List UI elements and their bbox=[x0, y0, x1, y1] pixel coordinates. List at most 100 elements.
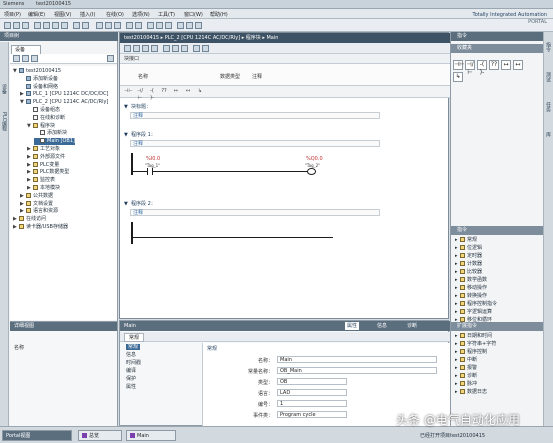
tree-node[interactable]: 在线和诊断 bbox=[27, 114, 65, 122]
tree-node[interactable]: ▶ 外部源文件 bbox=[27, 153, 65, 161]
tree-node[interactable]: Main [OB1] bbox=[34, 138, 75, 146]
network-2-header[interactable]: ▼ 程序段 2： bbox=[120, 199, 450, 209]
fav-close-branch[interactable]: ↤ bbox=[513, 60, 523, 70]
expand-arrow-icon[interactable]: ▶ bbox=[27, 154, 32, 161]
tree-node[interactable]: ▶ 在线访问 bbox=[13, 216, 46, 223]
instruction-folder[interactable]: ▸ 常规 bbox=[455, 236, 497, 244]
insert-network-icon[interactable] bbox=[124, 45, 131, 52]
download-icon[interactable] bbox=[105, 22, 112, 29]
expand-arrow-icon[interactable]: ▶ bbox=[20, 201, 25, 208]
menu-help[interactable]: 帮助(H) bbox=[210, 11, 228, 18]
menu-options[interactable]: 选项(N) bbox=[132, 11, 150, 18]
inspector-nav-item[interactable]: 时间戳 bbox=[126, 360, 141, 366]
vtab-instructions[interactable]: 指令 bbox=[545, 42, 552, 52]
expand-arrow-icon[interactable]: ▶ bbox=[13, 216, 18, 223]
collapse-arrow-icon[interactable]: ▼ bbox=[124, 130, 129, 140]
close-all-networks-icon[interactable] bbox=[151, 45, 158, 52]
vtab-libraries[interactable]: 库 bbox=[545, 132, 552, 137]
start-cpu-icon[interactable] bbox=[156, 22, 163, 29]
delete-icon[interactable] bbox=[61, 22, 68, 29]
monitor-icon[interactable] bbox=[181, 45, 188, 52]
new-project-icon[interactable] bbox=[4, 22, 11, 29]
redo-icon[interactable] bbox=[82, 22, 89, 29]
fav-contact-no[interactable]: ⊣⊢ bbox=[453, 60, 464, 70]
tree-node[interactable]: 添加新设备 bbox=[20, 75, 58, 83]
tree-node[interactable]: ▼ test20100415 bbox=[13, 68, 61, 75]
instruction-folder[interactable]: ▸ 定时器 bbox=[455, 252, 497, 260]
expand-arrow-icon[interactable]: ▶ bbox=[13, 224, 18, 231]
tree-node[interactable]: ▶ PLC变量 bbox=[27, 161, 59, 169]
go-online-icon[interactable] bbox=[126, 22, 133, 29]
back-icon[interactable] bbox=[13, 55, 20, 62]
split-vertical-icon[interactable] bbox=[195, 22, 202, 29]
copy-icon[interactable] bbox=[43, 22, 50, 29]
expand-arrow-icon[interactable]: ▶ bbox=[27, 146, 32, 153]
tab-diagnostics[interactable]: 诊断 bbox=[405, 322, 419, 330]
fav-coil[interactable]: -( )- bbox=[477, 60, 487, 76]
overview-taskbar-tab[interactable]: 总览 bbox=[78, 430, 122, 441]
favorites-header[interactable]: 收藏夹 bbox=[451, 44, 544, 53]
instruction-folder[interactable]: ▸ 字逻辑运算 bbox=[455, 308, 497, 316]
instruction-folder[interactable]: ▸ 移动操作 bbox=[455, 284, 497, 292]
tree-node[interactable]: ▼ 程序块 bbox=[27, 122, 55, 130]
instruction-folder[interactable]: ▸ 数学函数 bbox=[455, 276, 497, 284]
open-project-icon[interactable] bbox=[13, 22, 20, 29]
network-1-header[interactable]: ▼ 程序段 1： bbox=[120, 130, 450, 140]
field-value[interactable]: LAD bbox=[277, 389, 347, 396]
network-2-comment[interactable]: 注释 bbox=[130, 209, 380, 216]
instruction-folder[interactable]: ▸ 比较器 bbox=[455, 268, 497, 276]
tree-node[interactable]: ▶ 语言和资源 bbox=[20, 208, 58, 215]
extended-instructions-header[interactable]: 扩展指令 bbox=[451, 322, 544, 331]
tree-node[interactable]: ▶ 工艺对象 bbox=[27, 146, 60, 153]
fav-empty-box[interactable]: ?? bbox=[489, 60, 499, 70]
network-1-comment[interactable]: 注释 bbox=[130, 140, 380, 147]
details-view-title[interactable]: 详细视图 bbox=[10, 322, 117, 331]
home-icon[interactable] bbox=[31, 55, 38, 62]
compile-icon[interactable] bbox=[96, 22, 103, 29]
expand-arrow-icon[interactable]: ▶ bbox=[20, 193, 25, 200]
collapse-arrow-icon[interactable]: ▼ bbox=[27, 123, 32, 130]
tree-node[interactable]: ▶ PLC_1 [CPU 1214C DC/DC/DC] bbox=[20, 91, 108, 98]
go-offline-icon[interactable] bbox=[135, 22, 142, 29]
upload-icon[interactable] bbox=[114, 22, 121, 29]
tree-node[interactable]: 添加新块 bbox=[34, 130, 67, 137]
inspector-nav-item[interactable]: 属性 bbox=[126, 384, 136, 390]
ladder-element-button[interactable]: ↳ bbox=[196, 88, 204, 95]
ladder-element-button[interactable]: -( )- bbox=[148, 88, 156, 101]
tree-node[interactable]: 设备和网络 bbox=[20, 83, 58, 91]
fav-extra[interactable]: ↳ bbox=[453, 72, 463, 82]
expand-arrow-icon[interactable]: ▶ bbox=[27, 162, 32, 169]
tab-devices[interactable]: 设备 bbox=[11, 45, 41, 54]
menu-insert[interactable]: 插入(I) bbox=[80, 11, 95, 18]
vtab-tasks[interactable]: 任务 bbox=[545, 102, 552, 112]
vtab-devices[interactable]: 设备 bbox=[1, 84, 8, 94]
stop-cpu-icon[interactable] bbox=[165, 22, 172, 29]
cross-reference-icon[interactable] bbox=[177, 22, 184, 29]
collapse-arrow-icon[interactable]: ▼ bbox=[124, 199, 129, 209]
collapse-arrow-icon[interactable]: ▼ bbox=[13, 68, 18, 75]
inspector-nav-item[interactable]: 常规 bbox=[126, 344, 141, 350]
field-value[interactable]: Program cycle bbox=[277, 411, 347, 418]
field-value[interactable]: Main bbox=[277, 356, 437, 363]
inspector-nav-item[interactable]: 保护 bbox=[126, 376, 136, 382]
field-value[interactable]: 1 bbox=[277, 400, 347, 407]
ladder-element-button[interactable]: ↤ bbox=[184, 88, 192, 95]
paste-icon[interactable] bbox=[52, 22, 59, 29]
subtab-general[interactable]: 常规 bbox=[124, 333, 145, 342]
ladder-element-button[interactable]: ?? bbox=[160, 88, 168, 95]
save-project-icon[interactable] bbox=[22, 22, 29, 29]
block-comment[interactable]: 注释 bbox=[130, 112, 380, 119]
tree-node[interactable]: ▶ PLC数据类型 bbox=[27, 169, 69, 176]
extended-instruction-folder[interactable]: ▸ 诊断 bbox=[455, 372, 496, 380]
ladder-element-button[interactable]: ⊣/⊢ bbox=[136, 88, 144, 101]
favorites-toggle-icon[interactable] bbox=[172, 45, 179, 52]
menu-edit[interactable]: 编辑(E) bbox=[28, 11, 45, 18]
extended-instruction-folder[interactable]: ▸ 数据日志 bbox=[455, 388, 496, 396]
extended-instruction-folder[interactable]: ▸ 报警 bbox=[455, 364, 496, 372]
extended-instruction-folder[interactable]: ▸ 脉冲 bbox=[455, 380, 496, 388]
undo-icon[interactable] bbox=[73, 22, 80, 29]
menu-window[interactable]: 窗口(W) bbox=[184, 11, 203, 18]
expand-arrow-icon[interactable]: ▶ bbox=[27, 169, 32, 176]
no-contact-i0-0[interactable] bbox=[147, 168, 153, 175]
forward-icon[interactable] bbox=[22, 55, 29, 62]
